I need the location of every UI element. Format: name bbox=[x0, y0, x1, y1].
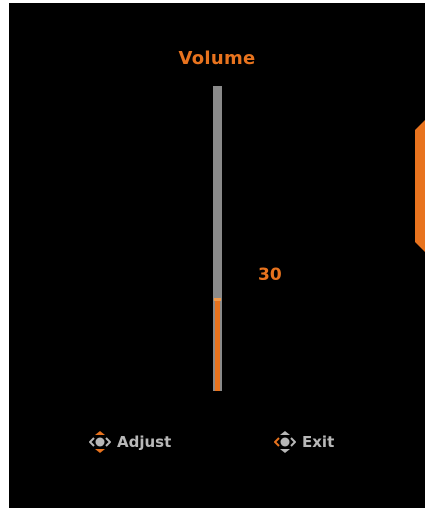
volume-slider[interactable] bbox=[213, 86, 222, 391]
volume-slider-knob[interactable] bbox=[214, 297, 221, 301]
menu-title: Volume bbox=[178, 48, 256, 69]
joystick-up-down-icon bbox=[89, 430, 111, 454]
adjust-hint: Adjust bbox=[89, 430, 171, 454]
exit-hint: Exit bbox=[274, 430, 334, 454]
volume-slider-fill bbox=[215, 299, 220, 391]
osd-panel: Volume 30 Adjust Exit bbox=[9, 3, 425, 508]
adjust-label: Adjust bbox=[117, 433, 172, 451]
joystick-left-icon bbox=[274, 430, 296, 454]
volume-value: 30 bbox=[258, 265, 282, 285]
side-tab-indicator bbox=[415, 120, 425, 252]
exit-label: Exit bbox=[302, 433, 335, 451]
